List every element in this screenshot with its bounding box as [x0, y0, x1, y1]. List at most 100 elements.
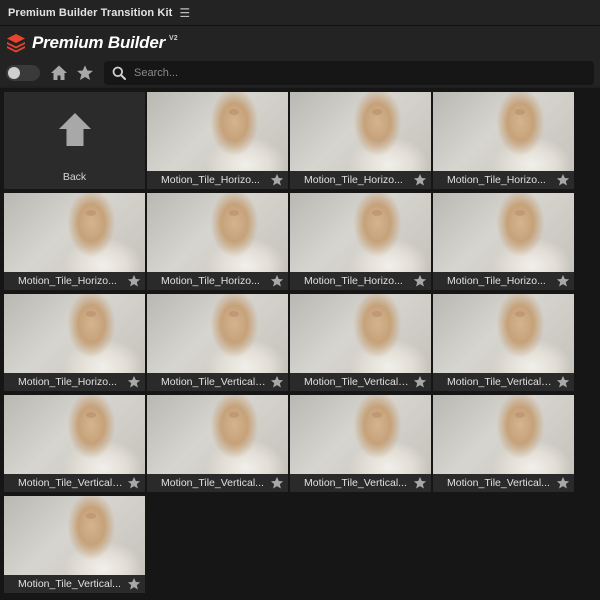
asset-caption: Motion_Tile_Horizo... [4, 272, 145, 290]
asset-grid-area: Back Motion_Tile_Horizo... Motion_Tile_Ho… [0, 88, 600, 600]
asset-thumbnail[interactable] [290, 395, 431, 474]
asset-tile[interactable]: Motion_Tile_Vertical... [4, 496, 145, 593]
favorite-star-icon[interactable] [127, 274, 141, 288]
asset-tile[interactable]: Motion_Tile_Vertical... [147, 395, 288, 492]
asset-tile[interactable]: Motion_Tile_Horizo... [147, 92, 288, 189]
brand-version: V2 [169, 34, 178, 42]
asset-label: Motion_Tile_Horizo... [447, 174, 546, 186]
asset-label: Motion_Tile_Vertical... [18, 578, 121, 590]
search-bar[interactable] [104, 61, 594, 85]
asset-tile[interactable]: Motion_Tile_Horizo... [147, 193, 288, 290]
favorite-star-icon[interactable] [556, 476, 570, 490]
asset-thumbnail[interactable] [4, 294, 145, 373]
asset-tile[interactable]: Motion_Tile_Horizo... [4, 294, 145, 391]
asset-label: Motion_Tile_Horizo... [304, 275, 403, 287]
asset-caption: Motion_Tile_Vertical... [290, 474, 431, 492]
favorite-star-icon[interactable] [270, 476, 284, 490]
favorites-star-icon[interactable] [74, 62, 96, 84]
asset-tile[interactable]: Motion_Tile_Vertical... [290, 395, 431, 492]
asset-caption: Motion_Tile_Vertical_2 [290, 373, 431, 391]
asset-caption: Motion_Tile_Horizo... [290, 171, 431, 189]
panel-tab[interactable]: Premium Builder Transition Kit ☰ [0, 0, 600, 26]
asset-label: Motion_Tile_Horizo... [161, 275, 260, 287]
asset-thumbnail[interactable] [290, 294, 431, 373]
favorite-star-icon[interactable] [413, 274, 427, 288]
asset-label: Motion_Tile_Vertical_1 [161, 376, 266, 388]
search-input[interactable] [134, 67, 534, 79]
asset-tile[interactable]: Motion_Tile_Horizo... [290, 92, 431, 189]
favorite-star-icon[interactable] [556, 274, 570, 288]
arrow-up-icon [58, 113, 91, 146]
asset-tile[interactable]: Motion_Tile_Vertical_3 [433, 294, 574, 391]
asset-caption: Motion_Tile_Horizo... [4, 373, 145, 391]
asset-tile[interactable]: Motion_Tile_Vertical... [433, 395, 574, 492]
asset-thumbnail[interactable] [290, 92, 431, 171]
favorite-star-icon[interactable] [270, 375, 284, 389]
asset-label: Motion_Tile_Vertical_3 [447, 376, 552, 388]
favorite-star-icon[interactable] [270, 274, 284, 288]
home-icon[interactable] [48, 62, 70, 84]
brand-header: Premium Builder V2 [0, 26, 600, 60]
asset-caption: Motion_Tile_Horizo... [147, 171, 288, 189]
asset-label: Motion_Tile_Horizo... [304, 174, 403, 186]
asset-thumbnail[interactable] [4, 395, 145, 474]
favorite-star-icon[interactable] [127, 476, 141, 490]
asset-caption: Motion_Tile_Vertical... [433, 474, 574, 492]
favorite-star-icon[interactable] [556, 375, 570, 389]
asset-caption: Motion_Tile_Vertical_3 [433, 373, 574, 391]
toggle-switch[interactable] [6, 65, 40, 81]
favorite-star-icon[interactable] [127, 577, 141, 591]
asset-thumbnail[interactable] [4, 193, 145, 272]
asset-caption: Motion_Tile_Horizo... [433, 272, 574, 290]
favorite-star-icon[interactable] [413, 173, 427, 187]
favorite-star-icon[interactable] [413, 476, 427, 490]
asset-tile[interactable]: Motion_Tile_Vertical_4 [4, 395, 145, 492]
asset-caption: Motion_Tile_Horizo... [433, 171, 574, 189]
asset-caption: Motion_Tile_Horizo... [290, 272, 431, 290]
asset-label: Motion_Tile_Horizo... [18, 275, 117, 287]
asset-grid: Back Motion_Tile_Horizo... Motion_Tile_Ho… [4, 92, 574, 593]
back-tile[interactable]: Back [4, 92, 145, 189]
panel-title: Premium Builder Transition Kit [8, 6, 173, 19]
asset-tile[interactable]: Motion_Tile_Horizo... [4, 193, 145, 290]
asset-tile[interactable]: Motion_Tile_Horizo... [433, 193, 574, 290]
asset-caption: Motion_Tile_Horizo... [147, 272, 288, 290]
asset-caption: Motion_Tile_Vertical_1 [147, 373, 288, 391]
favorite-star-icon[interactable] [556, 173, 570, 187]
asset-label: Motion_Tile_Vertical_4 [18, 477, 123, 489]
asset-thumbnail[interactable] [433, 395, 574, 474]
layers-logo-icon [7, 34, 25, 53]
asset-label: Motion_Tile_Horizo... [447, 275, 546, 287]
asset-caption: Motion_Tile_Vertical_4 [4, 474, 145, 492]
asset-thumbnail[interactable] [433, 193, 574, 272]
favorite-star-icon[interactable] [127, 375, 141, 389]
asset-label: Motion_Tile_Vertical_2 [304, 376, 409, 388]
asset-thumbnail[interactable] [4, 496, 145, 575]
search-icon [112, 66, 126, 80]
asset-thumbnail[interactable] [147, 193, 288, 272]
asset-thumbnail[interactable] [147, 294, 288, 373]
asset-label: Motion_Tile_Horizo... [161, 174, 260, 186]
asset-thumbnail[interactable] [433, 92, 574, 171]
asset-thumbnail[interactable] [433, 294, 574, 373]
asset-caption: Motion_Tile_Vertical... [4, 575, 145, 593]
asset-thumbnail[interactable] [290, 193, 431, 272]
asset-tile[interactable]: Motion_Tile_Vertical_2 [290, 294, 431, 391]
toggle-knob [8, 67, 20, 79]
asset-thumbnail[interactable] [147, 395, 288, 474]
favorite-star-icon[interactable] [413, 375, 427, 389]
toolbar [0, 60, 600, 86]
asset-caption: Motion_Tile_Vertical... [147, 474, 288, 492]
asset-label: Motion_Tile_Vertical... [161, 477, 264, 489]
asset-label: Motion_Tile_Vertical... [304, 477, 407, 489]
brand-name: Premium Builder [32, 33, 166, 52]
asset-thumbnail[interactable] [147, 92, 288, 171]
back-label: Back [62, 171, 87, 183]
hamburger-icon[interactable]: ☰ [179, 6, 190, 20]
favorite-star-icon[interactable] [270, 173, 284, 187]
asset-tile[interactable]: Motion_Tile_Horizo... [433, 92, 574, 189]
asset-label: Motion_Tile_Vertical... [447, 477, 550, 489]
asset-tile[interactable]: Motion_Tile_Vertical_1 [147, 294, 288, 391]
asset-tile[interactable]: Motion_Tile_Horizo... [290, 193, 431, 290]
asset-label: Motion_Tile_Horizo... [18, 376, 117, 388]
